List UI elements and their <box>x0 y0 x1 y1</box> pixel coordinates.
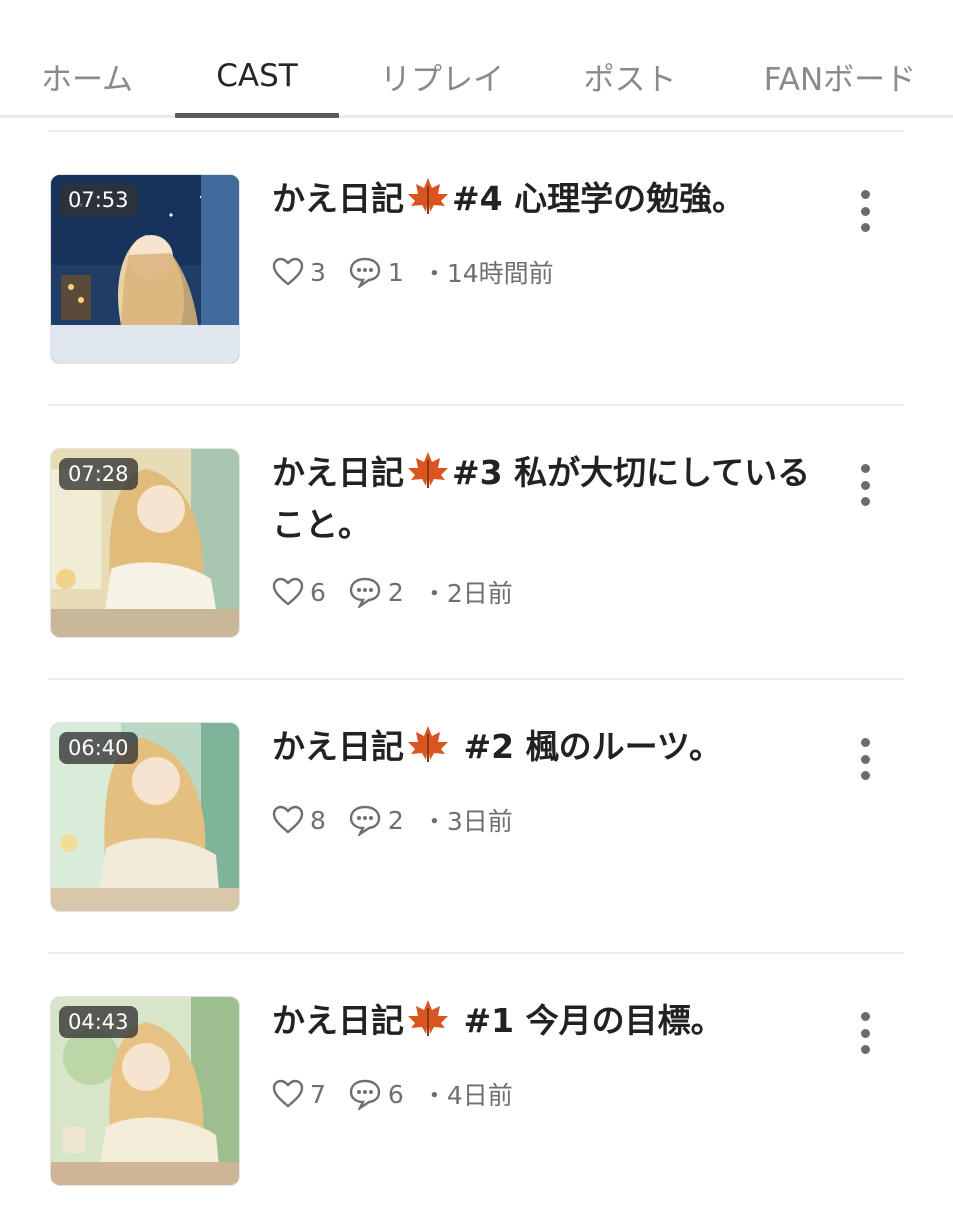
active-tab-indicator <box>175 113 339 118</box>
kebab-menu-icon[interactable] <box>846 1008 884 1058</box>
like-count: 7 <box>310 1079 326 1109</box>
like-count: 8 <box>310 805 326 835</box>
heart-icon[interactable] <box>272 1079 304 1109</box>
like-count: 3 <box>310 257 326 287</box>
title-prefix: かえ日記 <box>272 727 404 766</box>
speech-bubble-icon[interactable] <box>348 804 382 836</box>
cast-list-item[interactable]: 07:53 かえ日記 #4 心理学の勉強。 3 1 ・14時間前 <box>0 132 953 406</box>
like-count: 6 <box>310 577 326 607</box>
posted-time: ・2日前 <box>421 579 513 608</box>
title-rest: #4 心理学の勉強。 <box>452 179 746 218</box>
tab-post[interactable]: ポスト <box>565 0 695 118</box>
cast-title[interactable]: かえ日記 #2 楓のルーツ。 <box>272 724 832 776</box>
cast-thumbnail[interactable]: 04:43 <box>50 996 240 1186</box>
speech-bubble-icon[interactable] <box>348 576 382 608</box>
duration-badge: 07:53 <box>59 184 138 216</box>
heart-icon[interactable] <box>272 257 304 287</box>
tab-label: ポスト <box>583 61 677 98</box>
duration-badge: 06:40 <box>59 732 138 764</box>
duration-badge: 07:28 <box>59 458 138 490</box>
title-prefix: かえ日記 <box>272 179 404 218</box>
cast-meta: 7 6 ・4日前 <box>272 1074 513 1114</box>
kebab-menu-icon[interactable] <box>846 186 884 236</box>
kebab-menu-icon[interactable] <box>846 460 884 510</box>
tab-replay[interactable]: リプレイ <box>362 0 522 118</box>
title-rest: #2 楓のルーツ。 <box>452 727 722 766</box>
comment-count: 6 <box>387 1079 404 1109</box>
maple-leaf-icon <box>406 176 450 228</box>
title-prefix: かえ日記 <box>272 453 404 492</box>
comment-count: 2 <box>387 805 404 835</box>
cast-list-item[interactable]: 06:40 かえ日記 #2 楓のルーツ。 8 2 ・3日前 <box>0 680 953 954</box>
cast-thumbnail[interactable]: 07:53 <box>50 174 240 364</box>
speech-bubble-icon[interactable] <box>348 1078 382 1110</box>
maple-leaf-icon <box>406 998 450 1050</box>
tab-label: FANボード <box>763 61 917 98</box>
duration-badge: 04:43 <box>59 1006 138 1038</box>
cast-thumbnail[interactable]: 06:40 <box>50 722 240 912</box>
title-prefix: かえ日記 <box>272 1001 404 1040</box>
cast-meta: 8 2 ・3日前 <box>272 800 513 840</box>
maple-leaf-icon <box>406 450 450 502</box>
cast-title[interactable]: かえ日記 #3 私が大切にしていること。 <box>272 450 832 548</box>
tab-home[interactable]: ホーム <box>20 0 154 118</box>
cast-thumbnail[interactable]: 07:28 <box>50 448 240 638</box>
tab-label: リプレイ <box>380 61 504 98</box>
posted-time: ・3日前 <box>421 807 513 836</box>
kebab-menu-icon[interactable] <box>846 734 884 784</box>
cast-list-item[interactable]: 07:28 かえ日記 #3 私が大切にしていること。 6 2 ・2日前 <box>0 406 953 680</box>
maple-leaf-icon <box>406 724 450 776</box>
tab-label: ホーム <box>40 61 134 98</box>
tab-bar: ホーム CAST リプレイ ポスト FANボード <box>0 0 953 118</box>
heart-icon[interactable] <box>272 577 304 607</box>
tab-label: CAST <box>216 58 298 94</box>
title-rest: #1 今月の目標。 <box>452 1001 724 1040</box>
speech-bubble-icon[interactable] <box>348 256 382 288</box>
cast-meta: 3 1 ・14時間前 <box>272 252 554 292</box>
tab-cast[interactable]: CAST <box>175 0 339 118</box>
tab-fan-board[interactable]: FANボード <box>745 0 935 118</box>
comment-count: 2 <box>387 577 404 607</box>
posted-time: ・4日前 <box>421 1081 513 1110</box>
cast-list-item[interactable]: 04:43 かえ日記 #1 今月の目標。 7 6 ・4日前 <box>0 954 953 1228</box>
comment-count: 1 <box>387 257 404 287</box>
cast-meta: 6 2 ・2日前 <box>272 572 513 612</box>
cast-title[interactable]: かえ日記 #4 心理学の勉強。 <box>272 176 832 228</box>
cast-title[interactable]: かえ日記 #1 今月の目標。 <box>272 998 832 1050</box>
posted-time: ・14時間前 <box>421 259 554 288</box>
heart-icon[interactable] <box>272 805 304 835</box>
